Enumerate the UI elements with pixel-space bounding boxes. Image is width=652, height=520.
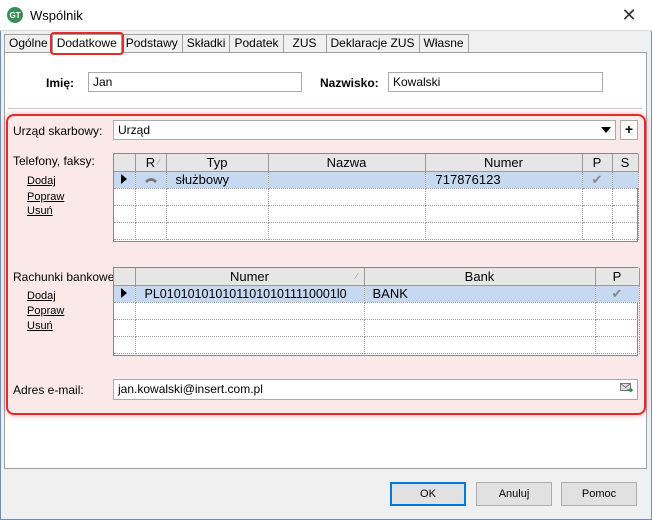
table-row[interactable] [114, 319, 640, 337]
phones-col-nazwa[interactable]: Nazwa [268, 154, 426, 172]
phone-icon [135, 171, 167, 189]
accounts-grid[interactable]: Numer ∕ Bank P PL010101010101101010111100… [113, 267, 640, 356]
table-row[interactable] [114, 205, 639, 223]
row-indicator [114, 171, 136, 189]
window-title: Wspólnik [30, 8, 83, 23]
phone-nazwa [268, 171, 426, 189]
app-icon: GT [7, 7, 23, 23]
current-row-icon [121, 174, 128, 184]
account-numer: PL01010101010110101011110001l0 [135, 285, 365, 303]
phones-col-typ[interactable]: Typ [166, 154, 269, 172]
accounts-header-row: Numer ∕ Bank P [114, 268, 640, 286]
accounts-col-numer[interactable]: Numer ∕ [135, 268, 365, 286]
accounts-label: Rachunki bankowe: [13, 270, 118, 284]
chevron-down-icon[interactable] [601, 127, 611, 133]
phones-grid[interactable]: R ∕ Typ Nazwa Numer P S służbowy 71787612… [113, 153, 639, 242]
accounts-col-bank[interactable]: Bank [364, 268, 596, 286]
table-row[interactable] [114, 302, 640, 320]
add-tax-office-button[interactable]: + [620, 120, 638, 140]
ok-button[interactable]: OK [390, 482, 466, 506]
tab-ogolne[interactable]: Ogólne [4, 34, 53, 52]
table-row[interactable]: PL01010101010110101011110001l0 BANK ✔ [114, 285, 640, 303]
table-row[interactable] [114, 222, 639, 240]
current-row-icon [121, 288, 128, 298]
tab-deklaracje-zus[interactable]: Deklaracje ZUS [325, 34, 420, 52]
accounts-delete-link[interactable]: Usuń [27, 320, 53, 332]
accounts-edit-link[interactable]: Popraw [27, 305, 64, 317]
cancel-button[interactable]: Anuluj [476, 482, 552, 506]
row-indicator [114, 285, 136, 303]
phone-s [612, 171, 639, 189]
account-bank: BANK [364, 285, 596, 303]
accounts-add-link[interactable]: Dodaj [27, 290, 56, 302]
tab-strip: Ogólne Dodatkowe Podstawy Składki Podate… [4, 32, 469, 55]
tax-office-value: Urząd [118, 123, 151, 137]
close-icon[interactable]: ✕ [606, 0, 652, 30]
tab-podatek[interactable]: Podatek [229, 34, 284, 52]
tab-podstawy[interactable]: Podstawy [120, 34, 183, 52]
phone-numer: 717876123 [425, 171, 583, 189]
email-label: Adres e-mail: [13, 383, 84, 397]
phones-header-indicator [114, 154, 136, 172]
sort-icon: ∕ [157, 157, 160, 167]
phones-col-r[interactable]: R ∕ [135, 154, 167, 172]
phones-edit-link[interactable]: Popraw [27, 191, 64, 203]
email-value: jan.kowalski@insert.com.pl [118, 382, 263, 396]
first-name-label: Imię: [46, 76, 75, 90]
checkmark-icon: ✔ [582, 171, 613, 189]
table-row[interactable] [114, 336, 640, 354]
divider [8, 108, 642, 109]
last-name-label: Nazwisko: [320, 76, 379, 90]
phones-add-link[interactable]: Dodaj [27, 175, 56, 187]
title-bar: GT Wspólnik ✕ [0, 0, 652, 31]
phones-header-row: R ∕ Typ Nazwa Numer P S [114, 154, 639, 172]
checkmark-icon: ✔ [595, 285, 640, 303]
phones-label: Telefony, faksy: [13, 154, 95, 168]
table-row[interactable]: służbowy 717876123 ✔ [114, 171, 639, 189]
tab-zus[interactable]: ZUS [282, 34, 327, 52]
phone-typ: służbowy [166, 171, 269, 189]
phones-col-numer[interactable]: Numer [425, 154, 583, 172]
tax-office-label: Urząd skarbowy: [13, 124, 103, 138]
email-field[interactable]: jan.kowalski@insert.com.pl [113, 379, 638, 400]
accounts-col-p[interactable]: P [595, 268, 640, 286]
sort-icon: ∕ [355, 271, 358, 281]
phones-delete-link[interactable]: Usuń [27, 205, 53, 217]
table-row[interactable] [114, 188, 639, 206]
phones-col-p[interactable]: P [582, 154, 613, 172]
tab-wlasne[interactable]: Własne [418, 34, 469, 52]
last-name-field[interactable] [388, 72, 603, 92]
tax-office-select[interactable]: Urząd [113, 120, 616, 140]
tab-dodatkowe[interactable]: Dodatkowe [49, 32, 124, 55]
phones-col-s[interactable]: S [612, 154, 639, 172]
tab-skladki[interactable]: Składki [181, 34, 231, 52]
accounts-header-indicator [114, 268, 136, 286]
email-send-icon[interactable] [620, 383, 633, 394]
help-button[interactable]: Pomoc [561, 482, 637, 506]
first-name-field[interactable] [88, 72, 302, 92]
